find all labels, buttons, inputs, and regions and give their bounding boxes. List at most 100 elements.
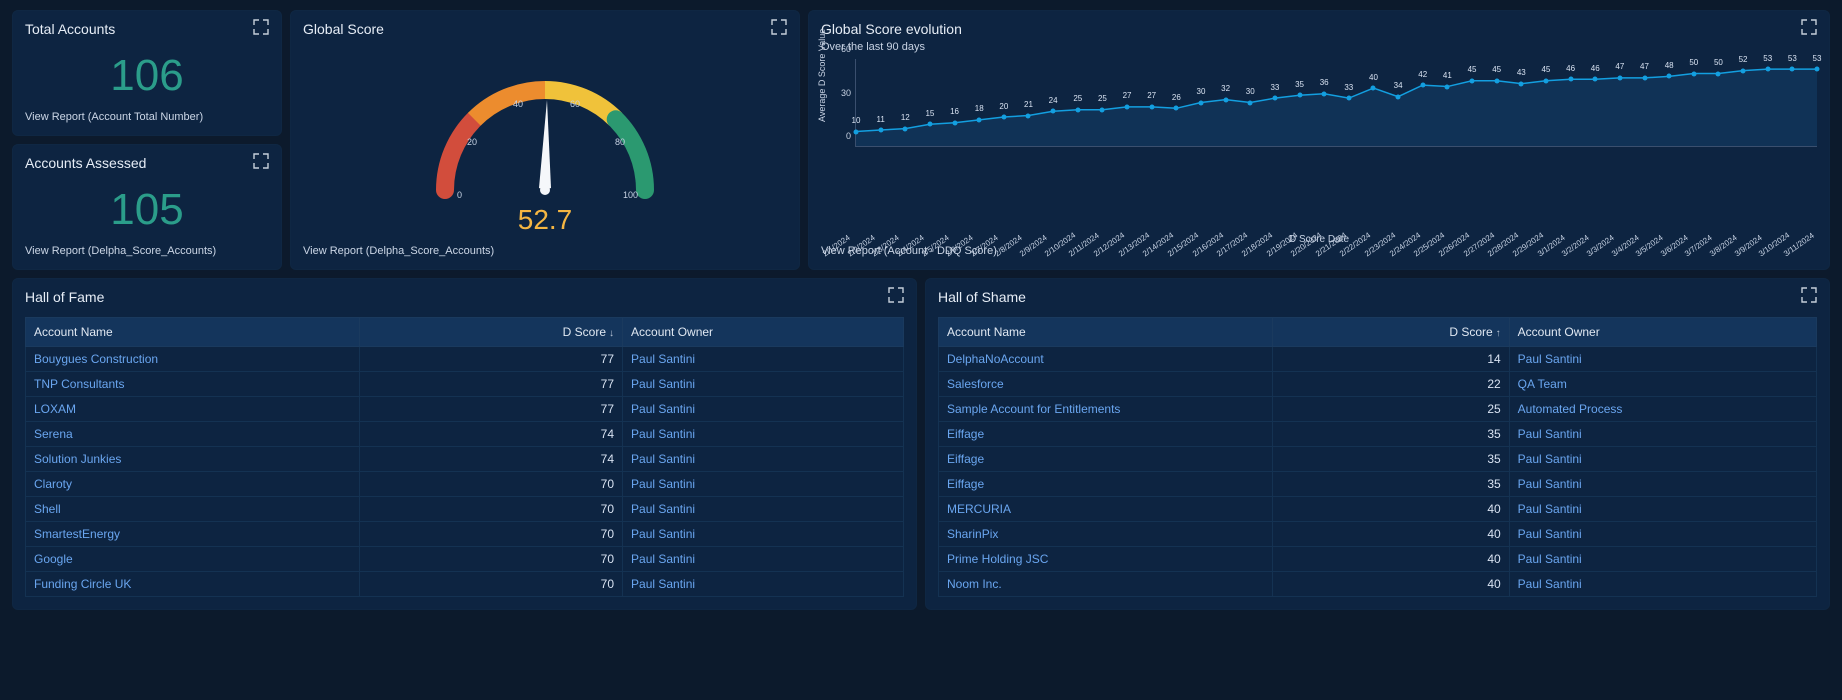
- data-point[interactable]: [952, 120, 957, 125]
- table-row: Eiffage35Paul Santini: [939, 447, 1817, 472]
- data-point[interactable]: [1297, 93, 1302, 98]
- data-point[interactable]: [1790, 67, 1795, 72]
- data-point[interactable]: [1543, 78, 1548, 83]
- account-link[interactable]: Bouygues Construction: [34, 352, 158, 366]
- data-point[interactable]: [1026, 113, 1031, 118]
- owner-link[interactable]: Paul Santini: [631, 552, 695, 566]
- account-link[interactable]: TNP Consultants: [34, 377, 125, 391]
- table-row: Noom Inc.40Paul Santini: [939, 572, 1817, 597]
- account-link[interactable]: MERCURIA: [947, 502, 1011, 516]
- data-point[interactable]: [1248, 100, 1253, 105]
- data-point[interactable]: [1494, 78, 1499, 83]
- data-point[interactable]: [1075, 107, 1080, 112]
- owner-link[interactable]: Paul Santini: [1518, 527, 1582, 541]
- account-link[interactable]: Eiffage: [947, 427, 984, 441]
- data-point[interactable]: [1051, 109, 1056, 114]
- data-point[interactable]: [1765, 67, 1770, 72]
- account-link[interactable]: Eiffage: [947, 477, 984, 491]
- data-point[interactable]: [1174, 106, 1179, 111]
- data-point[interactable]: [977, 117, 982, 122]
- col-d-score[interactable]: D Score↓: [359, 318, 622, 347]
- expand-icon[interactable]: [1801, 19, 1819, 37]
- account-link[interactable]: Solution Junkies: [34, 452, 121, 466]
- data-point[interactable]: [903, 126, 908, 131]
- data-point[interactable]: [927, 122, 932, 127]
- owner-link[interactable]: Paul Santini: [1518, 577, 1582, 591]
- data-point[interactable]: [1445, 84, 1450, 89]
- data-point[interactable]: [1198, 100, 1203, 105]
- col-d-score[interactable]: D Score↑: [1272, 318, 1509, 347]
- account-link[interactable]: LOXAM: [34, 402, 76, 416]
- owner-link[interactable]: Paul Santini: [631, 577, 695, 591]
- view-report-link[interactable]: View Report (Delpha_Score_Accounts): [25, 245, 269, 257]
- data-point[interactable]: [1617, 75, 1622, 80]
- data-point[interactable]: [1420, 83, 1425, 88]
- data-point[interactable]: [1642, 75, 1647, 80]
- owner-link[interactable]: Paul Santini: [1518, 552, 1582, 566]
- data-point[interactable]: [1371, 86, 1376, 91]
- data-label: 53: [1813, 54, 1822, 63]
- owner-link[interactable]: Paul Santini: [631, 502, 695, 516]
- owner-link[interactable]: Paul Santini: [631, 427, 695, 441]
- expand-icon[interactable]: [771, 19, 789, 37]
- data-point[interactable]: [1593, 77, 1598, 82]
- score-cell: 40: [1272, 497, 1509, 522]
- owner-link[interactable]: Paul Santini: [1518, 477, 1582, 491]
- col-account-owner[interactable]: Account Owner: [623, 318, 904, 347]
- data-point[interactable]: [1223, 97, 1228, 102]
- account-link[interactable]: Funding Circle UK: [34, 577, 131, 591]
- account-link[interactable]: Claroty: [34, 477, 72, 491]
- account-link[interactable]: Serena: [34, 427, 73, 441]
- owner-link[interactable]: QA Team: [1518, 377, 1567, 391]
- data-point[interactable]: [1519, 81, 1524, 86]
- owner-link[interactable]: Paul Santini: [631, 477, 695, 491]
- view-report-link[interactable]: View Report (Account Total Number): [25, 111, 269, 123]
- data-point[interactable]: [1396, 94, 1401, 99]
- account-link[interactable]: Prime Holding JSC: [947, 552, 1048, 566]
- data-point[interactable]: [1815, 67, 1820, 72]
- owner-link[interactable]: Automated Process: [1518, 402, 1623, 416]
- data-point[interactable]: [1272, 96, 1277, 101]
- account-link[interactable]: Google: [34, 552, 73, 566]
- expand-icon[interactable]: [253, 153, 271, 171]
- owner-link[interactable]: Paul Santini: [631, 377, 695, 391]
- account-link[interactable]: Salesforce: [947, 377, 1004, 391]
- col-account-owner[interactable]: Account Owner: [1509, 318, 1816, 347]
- expand-icon[interactable]: [888, 287, 906, 305]
- data-point[interactable]: [1568, 77, 1573, 82]
- account-link[interactable]: DelphaNoAccount: [947, 352, 1044, 366]
- owner-link[interactable]: Paul Santini: [1518, 452, 1582, 466]
- data-point[interactable]: [854, 129, 859, 134]
- data-label: 32: [1221, 84, 1230, 93]
- expand-icon[interactable]: [253, 19, 271, 37]
- view-report-link[interactable]: View Report (Delpha_Score_Accounts): [303, 245, 787, 257]
- data-point[interactable]: [1741, 68, 1746, 73]
- owner-link[interactable]: Paul Santini: [631, 402, 695, 416]
- data-point[interactable]: [1346, 96, 1351, 101]
- owner-link[interactable]: Paul Santini: [631, 452, 695, 466]
- owner-link[interactable]: Paul Santini: [631, 352, 695, 366]
- data-point[interactable]: [1100, 107, 1105, 112]
- data-point[interactable]: [1149, 104, 1154, 109]
- account-link[interactable]: Noom Inc.: [947, 577, 1002, 591]
- data-point[interactable]: [1001, 115, 1006, 120]
- owner-link[interactable]: Paul Santini: [1518, 352, 1582, 366]
- col-account-name[interactable]: Account Name: [939, 318, 1273, 347]
- account-link[interactable]: SharinPix: [947, 527, 998, 541]
- owner-link[interactable]: Paul Santini: [1518, 502, 1582, 516]
- account-link[interactable]: Shell: [34, 502, 61, 516]
- owner-link[interactable]: Paul Santini: [1518, 427, 1582, 441]
- account-link[interactable]: SmartestEnergy: [34, 527, 120, 541]
- data-point[interactable]: [1322, 91, 1327, 96]
- expand-icon[interactable]: [1801, 287, 1819, 305]
- account-link[interactable]: Eiffage: [947, 452, 984, 466]
- col-account-name[interactable]: Account Name: [26, 318, 360, 347]
- owner-link[interactable]: Paul Santini: [631, 527, 695, 541]
- data-point[interactable]: [878, 128, 883, 133]
- data-point[interactable]: [1667, 74, 1672, 79]
- account-link[interactable]: Sample Account for Entitlements: [947, 402, 1120, 416]
- data-point[interactable]: [1470, 78, 1475, 83]
- data-point[interactable]: [1716, 71, 1721, 76]
- data-point[interactable]: [1691, 71, 1696, 76]
- data-point[interactable]: [1125, 104, 1130, 109]
